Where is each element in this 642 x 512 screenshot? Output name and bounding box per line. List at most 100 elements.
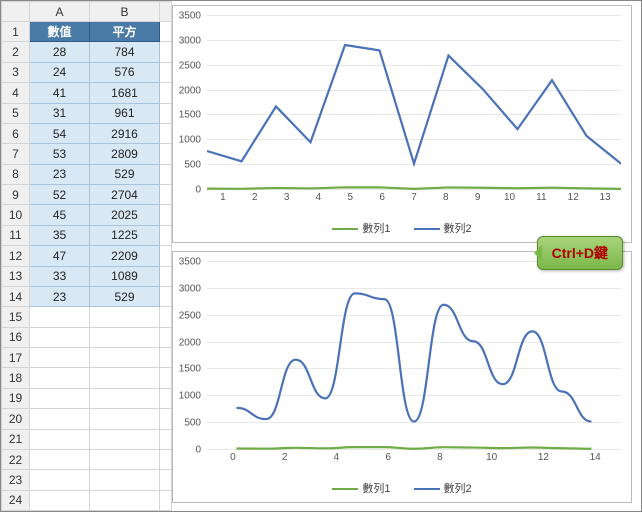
cell[interactable]: 47 <box>30 246 90 266</box>
cell[interactable] <box>160 164 172 184</box>
cell[interactable]: 2025 <box>90 205 160 225</box>
cell[interactable]: 1089 <box>90 266 160 286</box>
cell[interactable] <box>160 225 172 245</box>
cell[interactable] <box>30 449 90 469</box>
cell[interactable]: 529 <box>90 164 160 184</box>
row-header[interactable]: 7 <box>2 144 30 164</box>
col-header-C[interactable] <box>160 2 172 22</box>
cell[interactable]: 2704 <box>90 185 160 205</box>
row-header[interactable]: 1 <box>2 22 30 42</box>
cell[interactable]: 23 <box>30 286 90 306</box>
row-header[interactable]: 4 <box>2 83 30 103</box>
cell[interactable] <box>160 62 172 82</box>
chart-1[interactable]: 0500100015002000250030003500 12345678910… <box>172 5 632 243</box>
row-header[interactable]: 15 <box>2 307 30 327</box>
cell[interactable]: 529 <box>90 286 160 306</box>
row-header[interactable]: 23 <box>2 470 30 490</box>
cell[interactable] <box>160 246 172 266</box>
cell[interactable] <box>160 103 172 123</box>
row-header[interactable]: 21 <box>2 429 30 449</box>
cell[interactable] <box>160 286 172 306</box>
cell[interactable] <box>30 490 90 510</box>
cell[interactable] <box>30 327 90 347</box>
cell[interactable] <box>160 266 172 286</box>
cell[interactable] <box>160 429 172 449</box>
cell[interactable] <box>90 388 160 408</box>
row-header[interactable]: 20 <box>2 409 30 429</box>
row-header[interactable]: 16 <box>2 327 30 347</box>
cell[interactable]: 33 <box>30 266 90 286</box>
cell[interactable] <box>90 368 160 388</box>
cell[interactable] <box>160 83 172 103</box>
cell[interactable] <box>160 327 172 347</box>
cell[interactable]: 2809 <box>90 144 160 164</box>
cell[interactable] <box>160 42 172 62</box>
cell[interactable]: 1681 <box>90 83 160 103</box>
cell[interactable]: 54 <box>30 123 90 143</box>
cell[interactable]: 576 <box>90 62 160 82</box>
cell[interactable] <box>160 123 172 143</box>
col-header-B[interactable]: B <box>90 2 160 22</box>
row-header[interactable]: 18 <box>2 368 30 388</box>
cell[interactable] <box>90 348 160 368</box>
cell[interactable]: 41 <box>30 83 90 103</box>
cell[interactable] <box>160 185 172 205</box>
cell[interactable]: 961 <box>90 103 160 123</box>
row-header[interactable]: 22 <box>2 449 30 469</box>
cell[interactable] <box>160 470 172 490</box>
cell[interactable] <box>30 368 90 388</box>
row-header[interactable]: 12 <box>2 246 30 266</box>
row-header[interactable]: 13 <box>2 266 30 286</box>
cell[interactable] <box>160 144 172 164</box>
cell[interactable] <box>90 409 160 429</box>
row-header[interactable]: 17 <box>2 348 30 368</box>
cell[interactable] <box>30 470 90 490</box>
cell[interactable]: 31 <box>30 103 90 123</box>
row-header[interactable]: 10 <box>2 205 30 225</box>
cell[interactable]: 53 <box>30 144 90 164</box>
row-header[interactable]: 19 <box>2 388 30 408</box>
cell[interactable]: 平方 <box>90 22 160 42</box>
cell[interactable] <box>90 449 160 469</box>
cell[interactable] <box>160 368 172 388</box>
cell[interactable] <box>160 22 172 42</box>
cell[interactable]: 784 <box>90 42 160 62</box>
cell[interactable]: 2209 <box>90 246 160 266</box>
row-header[interactable]: 6 <box>2 123 30 143</box>
cell[interactable] <box>90 470 160 490</box>
row-header[interactable]: 5 <box>2 103 30 123</box>
row-header[interactable]: 3 <box>2 62 30 82</box>
cell[interactable]: 52 <box>30 185 90 205</box>
row-header[interactable]: 24 <box>2 490 30 510</box>
cell[interactable]: 2916 <box>90 123 160 143</box>
cell[interactable]: 24 <box>30 62 90 82</box>
cell[interactable] <box>160 348 172 368</box>
cell[interactable]: 45 <box>30 205 90 225</box>
cell[interactable] <box>30 307 90 327</box>
cell[interactable] <box>30 348 90 368</box>
row-header[interactable]: 14 <box>2 286 30 306</box>
cell[interactable] <box>160 388 172 408</box>
cell[interactable] <box>30 409 90 429</box>
cell[interactable] <box>160 307 172 327</box>
cell[interactable] <box>30 388 90 408</box>
row-header[interactable]: 9 <box>2 185 30 205</box>
cell[interactable]: 35 <box>30 225 90 245</box>
cell[interactable] <box>160 205 172 225</box>
chart-2[interactable]: 0500100015002000250030003500 02468101214… <box>172 251 632 503</box>
cell[interactable] <box>160 409 172 429</box>
cell[interactable] <box>90 327 160 347</box>
select-all-corner[interactable] <box>2 2 30 22</box>
row-header[interactable]: 8 <box>2 164 30 184</box>
cell[interactable] <box>90 490 160 510</box>
cell[interactable]: 1225 <box>90 225 160 245</box>
row-header[interactable]: 11 <box>2 225 30 245</box>
spreadsheet-grid[interactable]: A B 1數值平方2287843245764411681531961654291… <box>1 1 172 511</box>
col-header-A[interactable]: A <box>30 2 90 22</box>
cell[interactable]: 數值 <box>30 22 90 42</box>
cell[interactable]: 23 <box>30 164 90 184</box>
cell[interactable] <box>30 429 90 449</box>
row-header[interactable]: 2 <box>2 42 30 62</box>
cell[interactable] <box>90 307 160 327</box>
cell[interactable] <box>90 429 160 449</box>
